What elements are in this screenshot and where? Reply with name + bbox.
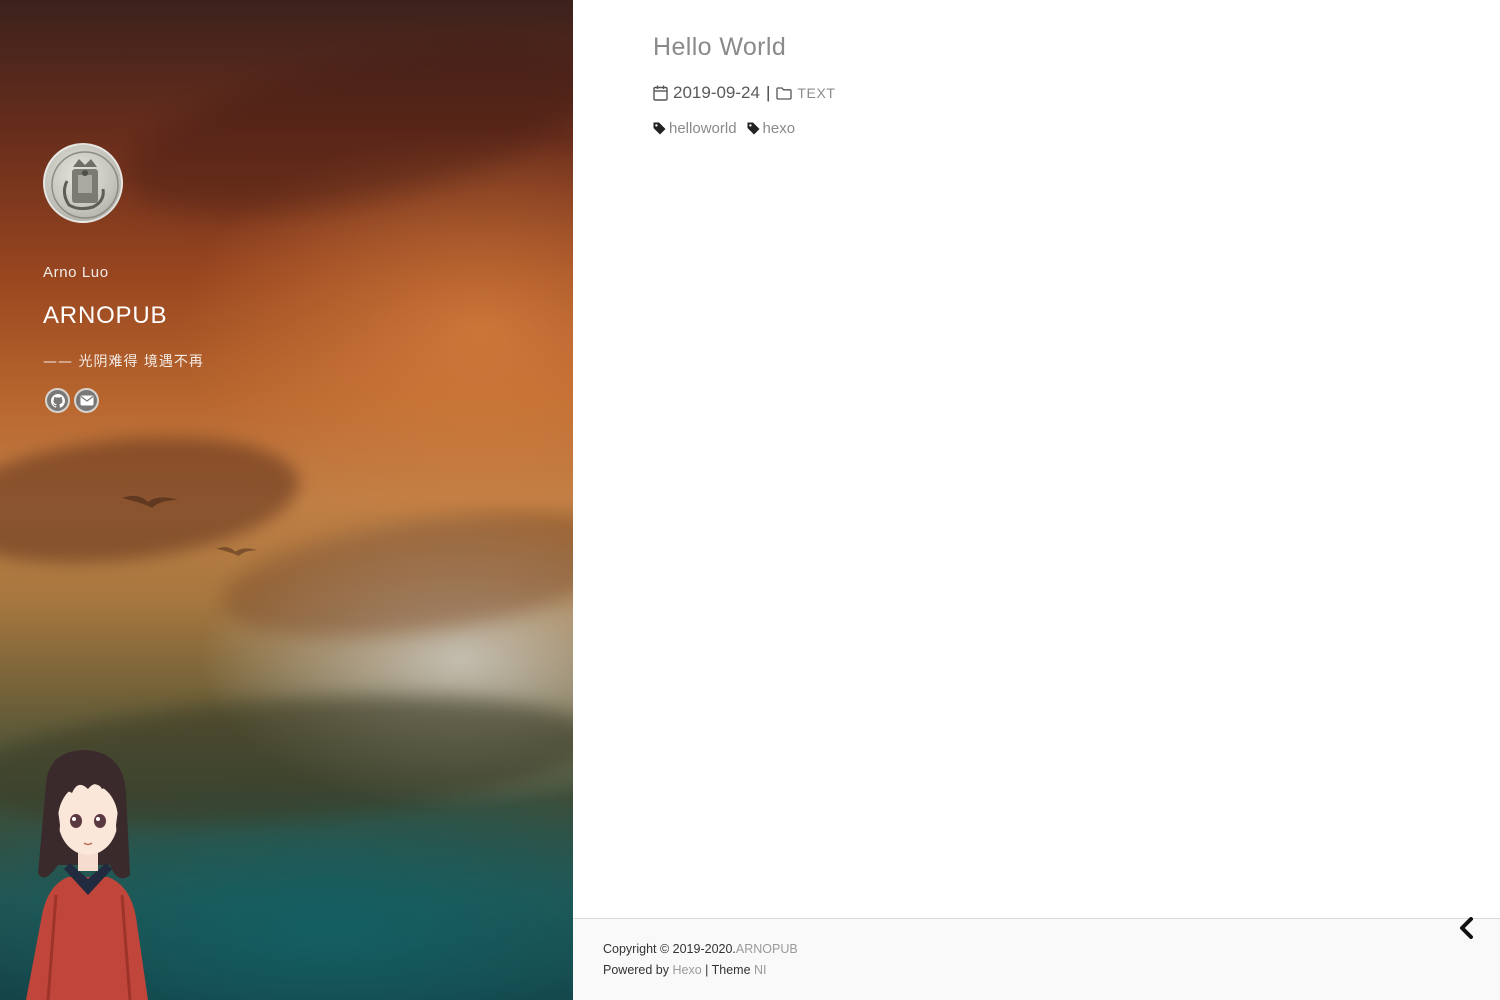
post-meta: 2019-09-24 | TEXT [653, 83, 836, 103]
tag-link[interactable]: hexo [747, 120, 796, 137]
bird-silhouette [122, 495, 178, 508]
email-link[interactable] [74, 388, 99, 413]
theme-separator: | Theme [701, 963, 755, 977]
copyright-prefix: Copyright © 2019-2020. [603, 942, 736, 956]
site-title[interactable]: ARNOPUB [43, 302, 167, 330]
post-tags: helloworld hexo [653, 120, 805, 137]
envelope-icon [80, 395, 93, 406]
tag-label: hexo [762, 120, 796, 137]
tag-link[interactable]: helloworld [653, 120, 737, 137]
tag-icon [747, 122, 760, 135]
tag-icon [653, 122, 666, 135]
hexo-link[interactable]: Hexo [672, 963, 701, 977]
copyright-text: Copyright © 2019-2020.ARNOPUB [603, 942, 798, 956]
mascot-character [26, 750, 148, 1000]
sky-cloud [110, 11, 573, 249]
calendar-icon [653, 85, 668, 101]
folder-icon [776, 86, 793, 100]
back-button[interactable] [1456, 917, 1478, 939]
post-date: 2019-09-24 [673, 83, 760, 102]
author-name: Arno Luo [43, 264, 109, 281]
github-icon [50, 393, 65, 408]
site-home-link[interactable]: ARNOPUB [736, 942, 798, 956]
github-link[interactable] [45, 388, 70, 413]
post-title-link[interactable]: Hello World [653, 33, 786, 62]
powered-prefix: Powered by [603, 963, 673, 977]
sidebar-hero: Arno Luo ARNOPUB —— 光阴难得 境遇不再 [0, 0, 573, 1000]
powered-by-text: Powered by Hexo | Theme NI [603, 963, 767, 977]
chevron-left-icon [1460, 917, 1473, 939]
theme-link[interactable]: NI [754, 963, 767, 977]
category-link[interactable]: TEXT [797, 85, 835, 101]
avatar[interactable] [43, 143, 123, 223]
bird-silhouette [216, 547, 258, 557]
main-content: Hello World 2019-09-24 | TEXT helloworld [573, 0, 1500, 918]
site-motto: —— 光阴难得 境遇不再 [43, 354, 204, 370]
coin-emblem-icon [51, 151, 119, 219]
tag-label: helloworld [669, 120, 737, 137]
meta-separator: | [765, 83, 771, 102]
footer: Copyright © 2019-2020.ARNOPUB Powered by… [573, 917, 1500, 1000]
